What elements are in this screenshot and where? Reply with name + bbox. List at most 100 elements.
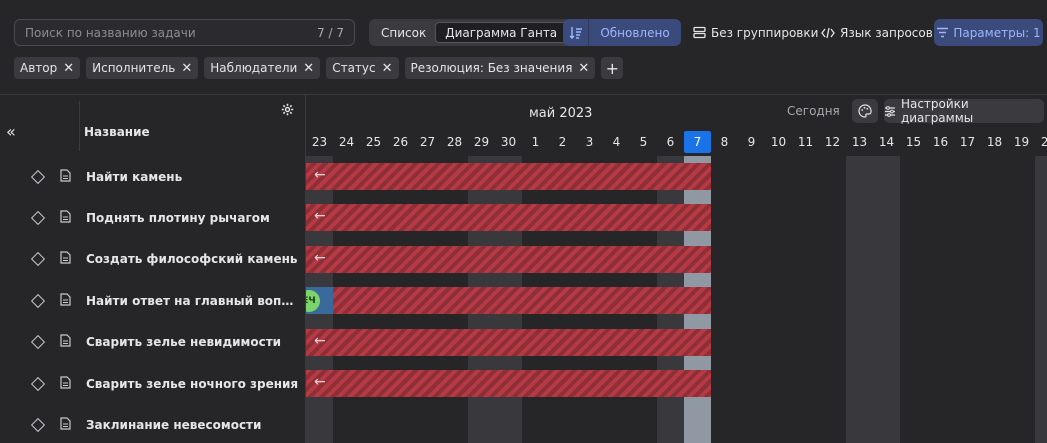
params-button[interactable]: Параметры: 1 — [934, 19, 1043, 46]
task-bar[interactable]: ← — [306, 204, 711, 232]
chart-settings-label: Настройки диаграммы — [900, 97, 974, 125]
task-bar[interactable]: ← — [306, 245, 711, 273]
day-cell: 6 — [666, 135, 675, 149]
task-name[interactable]: Сварить зелье невидимости — [86, 335, 300, 349]
day-scale: 23 24 25 26 27 28 29 30 1 2 3 4 5 6 7 8 9 10 11 12 13 14 15 16 1… — [306, 131, 1047, 153]
milestone-diamond-icon[interactable] — [30, 293, 46, 308]
sort-label: Обновлено — [600, 25, 670, 40]
day-cell: 12 — [824, 135, 841, 149]
task-list: Найти камень Поднять плотину рычагом Созда… — [0, 156, 305, 443]
document-icon — [60, 334, 71, 350]
document-icon — [60, 251, 71, 267]
day-cell: 4 — [612, 135, 621, 149]
gantt-body: ← ← ← ЕЧ ← ← — [305, 156, 1047, 443]
task-row[interactable]: Поднять плотину рычагом — [0, 197, 305, 238]
task-list-header: « Название — [0, 94, 305, 156]
filter-chip-label: Резолюция: Без значения — [410, 61, 573, 75]
task-bar-start: ЕЧ — [306, 287, 333, 315]
view-list-tab[interactable]: Список — [372, 22, 435, 43]
task-row[interactable]: Создать философский камень — [0, 239, 305, 280]
task-name[interactable]: Заклинание невесомости — [86, 418, 300, 432]
search-input[interactable] — [25, 25, 318, 40]
day-cell: 9 — [747, 135, 756, 149]
close-icon[interactable]: ✕ — [63, 62, 74, 75]
avatar[interactable]: ЕЧ — [306, 290, 320, 313]
day-cell: 2 — [558, 135, 567, 149]
filter-icon — [937, 27, 949, 38]
close-icon[interactable]: ✕ — [578, 62, 589, 75]
task-name[interactable]: Найти камень — [86, 170, 300, 184]
day-cell: 27 — [419, 135, 436, 149]
filter-chip-watchers[interactable]: Наблюдатели ✕ — [204, 57, 321, 79]
palette-icon — [858, 104, 872, 118]
filter-chip-resolution[interactable]: Резолюция: Без значения ✕ — [404, 57, 596, 79]
chart-settings-button[interactable]: Настройки диаграммы — [884, 97, 1044, 125]
filter-chip-label: Статус — [332, 61, 376, 75]
arrow-left-icon[interactable]: ← — [314, 250, 326, 266]
milestone-diamond-icon[interactable] — [30, 376, 46, 391]
day-cell: 13 — [851, 135, 868, 149]
weekend-column — [873, 156, 900, 443]
task-name[interactable]: Создать философский камень — [86, 252, 300, 266]
day-cell: 28 — [446, 135, 463, 149]
sort-icon[interactable] — [563, 19, 589, 46]
arrow-left-icon[interactable]: ← — [314, 167, 326, 183]
task-row[interactable]: Сварить зелье ночного зрения — [0, 363, 305, 404]
document-icon — [60, 210, 71, 226]
day-cell: 1 — [531, 135, 540, 149]
filter-chip-assignee[interactable]: Исполнитель ✕ — [86, 57, 199, 79]
add-filter-button[interactable]: + — [601, 57, 624, 79]
day-cell: 15 — [905, 135, 922, 149]
gantt-header: май 2023 Сегодня Настройки диаграммы 23 2… — [305, 94, 1047, 156]
day-cell: 29 — [473, 135, 490, 149]
grouping-button[interactable]: Без группировки — [693, 19, 818, 46]
view-switcher: Список Диаграмма Ганта — [369, 19, 571, 46]
close-icon[interactable]: ✕ — [181, 62, 192, 75]
document-icon — [60, 417, 71, 433]
milestone-diamond-icon[interactable] — [30, 335, 46, 350]
day-cell: 18 — [986, 135, 1003, 149]
search-box[interactable]: 7 / 7 — [14, 19, 355, 46]
task-bar[interactable]: ← — [306, 370, 711, 397]
milestone-diamond-icon[interactable] — [30, 211, 46, 226]
task-row[interactable]: Заклинание невесомости — [0, 404, 305, 443]
filter-chip-status[interactable]: Статус ✕ — [326, 57, 399, 79]
query-language-button[interactable]: Язык запросов — [821, 19, 933, 46]
close-icon[interactable]: ✕ — [382, 62, 393, 75]
document-icon — [60, 169, 71, 185]
task-row[interactable]: Сварить зелье невидимости — [0, 322, 305, 363]
task-name[interactable]: Найти ответ на главный вопрос жизни, все… — [86, 294, 300, 308]
close-icon[interactable]: ✕ — [303, 62, 314, 75]
collapse-panel-icon[interactable]: « — [6, 122, 16, 141]
today-button[interactable]: Сегодня — [787, 104, 840, 118]
task-row[interactable]: Найти камень — [0, 156, 305, 197]
column-title-name[interactable]: Название — [84, 125, 150, 139]
weekend-column — [846, 156, 873, 443]
milestone-diamond-icon[interactable] — [30, 418, 46, 433]
palette-button[interactable] — [852, 99, 878, 123]
filter-chip-label: Наблюдатели — [210, 61, 298, 75]
task-name[interactable]: Поднять плотину рычагом — [86, 211, 300, 225]
view-gantt-tab[interactable]: Диаграмма Ганта — [435, 22, 568, 43]
task-name[interactable]: Сварить зелье ночного зрения — [86, 377, 300, 391]
sort-button[interactable]: Обновлено — [563, 19, 681, 46]
task-bar[interactable]: ← — [306, 328, 711, 356]
day-cell: 17 — [959, 135, 976, 149]
filter-chip-label: Автор — [20, 61, 58, 75]
day-cell: 30 — [500, 135, 517, 149]
arrow-left-icon[interactable]: ← — [314, 208, 326, 224]
day-today: 7 — [684, 131, 711, 153]
gear-icon[interactable] — [281, 103, 294, 119]
task-row[interactable]: Найти ответ на главный вопрос жизни, все… — [0, 280, 305, 321]
plus-icon: + — [605, 58, 620, 78]
day-cell: 24 — [338, 135, 355, 149]
milestone-diamond-icon[interactable] — [30, 169, 46, 184]
filter-chip-author[interactable]: Автор ✕ — [14, 57, 81, 79]
day-cell: 19 — [1013, 135, 1030, 149]
grouping-icon — [693, 26, 706, 39]
arrow-left-icon[interactable]: ← — [314, 374, 326, 390]
milestone-diamond-icon[interactable] — [30, 252, 46, 267]
arrow-left-icon[interactable]: ← — [314, 333, 326, 349]
task-bar[interactable]: ЕЧ — [306, 287, 711, 315]
task-bar[interactable]: ← — [306, 163, 711, 190]
